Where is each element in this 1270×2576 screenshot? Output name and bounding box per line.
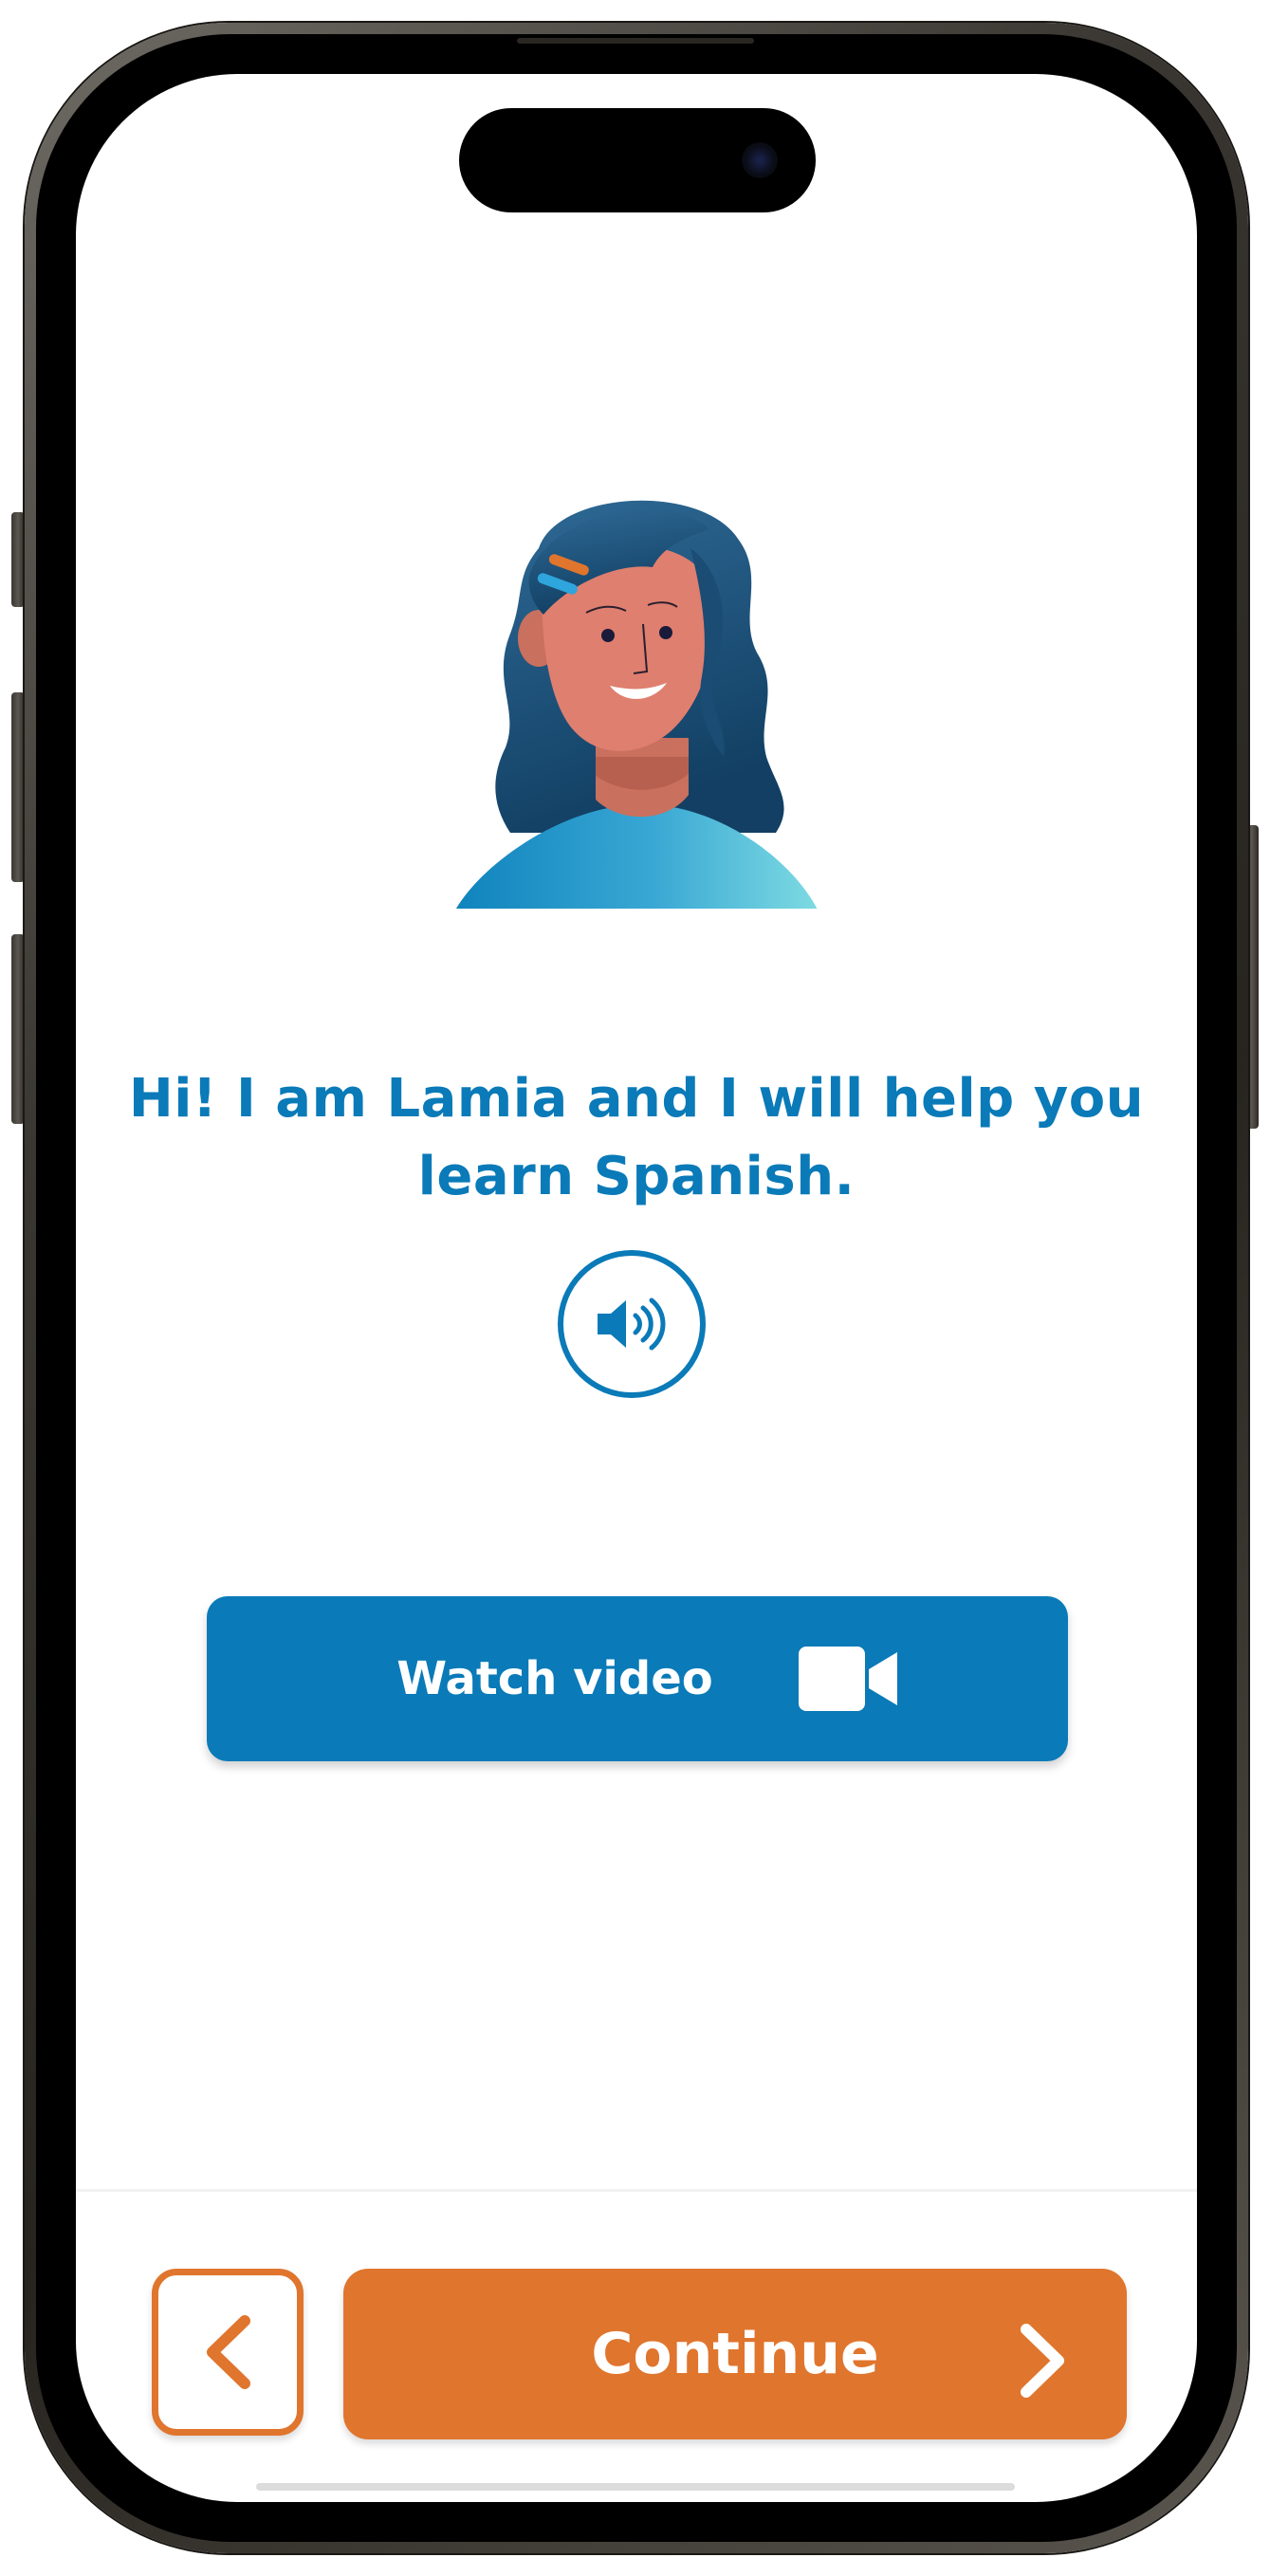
watch-video-button[interactable]: Watch video xyxy=(207,1596,1068,1761)
app-screen: Hi! I am Lamia and I will help you learn… xyxy=(76,74,1197,2502)
action-button xyxy=(11,512,25,607)
back-button[interactable] xyxy=(152,2269,304,2436)
footer-divider xyxy=(76,2189,1197,2192)
chevron-right-icon xyxy=(1021,2324,1064,2398)
tutor-greeting: Hi! I am Lamia and I will help you learn… xyxy=(114,1060,1159,1216)
volume-down-button xyxy=(11,934,25,1124)
speaker-slit xyxy=(517,38,754,44)
chevron-left-icon xyxy=(207,2315,250,2389)
device-mockup: Hi! I am Lamia and I will help you learn… xyxy=(0,0,1270,2576)
front-camera xyxy=(742,142,778,178)
continue-label: Continue xyxy=(591,2321,879,2387)
greeting-line-2: learn Spanish. xyxy=(417,1146,856,1207)
volume-up-button xyxy=(11,692,25,882)
dynamic-island xyxy=(459,108,816,212)
video-camera-icon xyxy=(798,1647,897,1711)
speaker-icon xyxy=(598,1297,666,1351)
continue-button[interactable]: Continue xyxy=(343,2269,1127,2439)
greeting-line-1: Hi! I am Lamia and I will help you xyxy=(128,1068,1145,1130)
play-audio-button[interactable] xyxy=(558,1250,706,1398)
watch-video-label: Watch video xyxy=(396,1652,713,1705)
home-indicator xyxy=(256,2483,1015,2491)
tutor-avatar-illustration xyxy=(453,500,819,909)
